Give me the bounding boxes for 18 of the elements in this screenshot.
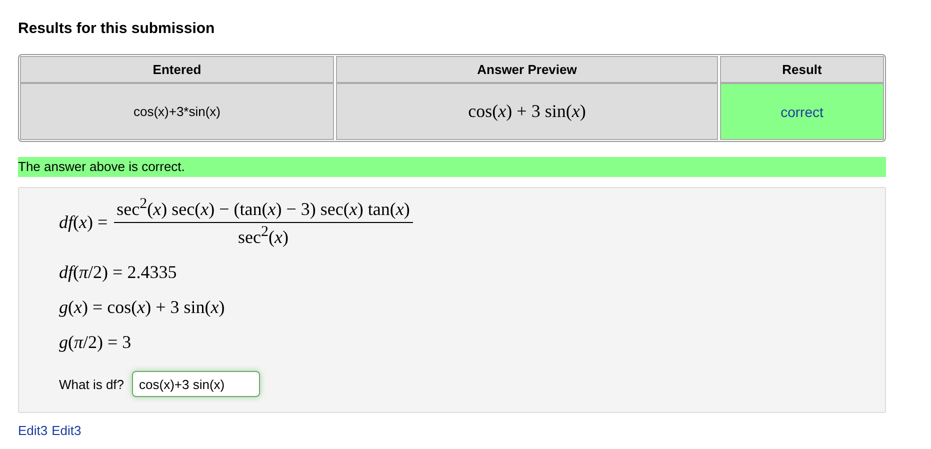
result-message: The answer above is correct. xyxy=(18,157,886,177)
equation: g(x) = cos(x) + 3 sin(x) xyxy=(59,297,226,318)
table-cell: cos(x)+3*sin(x) xyxy=(20,83,334,140)
equation: df(π/2) = 2.4335 xyxy=(59,262,178,283)
edit-link[interactable]: Edit3 xyxy=(18,423,48,438)
fraction-denominator: sec$^{2}$(x) xyxy=(238,223,289,248)
fraction-numerator: sec$^{2}$(x) sec(x) − (tan(x) − 3) sec(x) tan(x) xyxy=(114,196,413,223)
result-cell: correct xyxy=(720,83,884,140)
section-title: Results for this submission xyxy=(18,20,216,37)
column-header: Answer Preview xyxy=(336,56,718,83)
edit-link[interactable]: Edit3 xyxy=(52,423,82,438)
answer-field[interactable]: cos(x)+3 sin(x) xyxy=(132,371,260,397)
column-header: Result xyxy=(720,56,884,83)
equation-lhs: df(x) = xyxy=(59,212,108,232)
column-header: Entered xyxy=(20,56,334,83)
table-cell: cos(x) + 3 sin(x) xyxy=(336,83,718,140)
question-label: What is df? xyxy=(59,376,124,392)
equation: g(π/2) = 3 xyxy=(59,332,132,353)
